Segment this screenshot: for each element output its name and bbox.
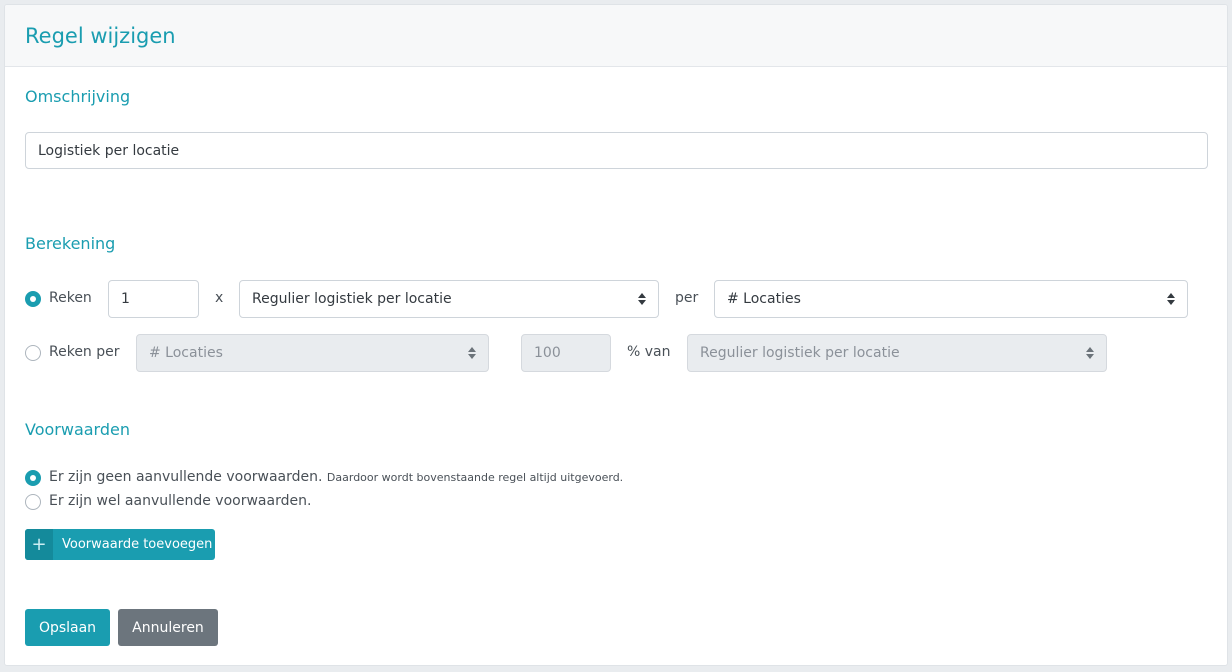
unit-select-value: # Locaties [727,291,801,307]
description-value: Logistiek per locatie [38,142,180,159]
reken-label: Reken [49,290,92,306]
per-unit-select-value: # Locaties [149,345,223,361]
voorwaarden-heading: Voorwaarden [25,420,130,439]
no-conditions-text: Er zijn geen aanvullende voorwaarden. [49,469,323,485]
reken-radio[interactable] [25,291,41,307]
unit-select[interactable]: # Locaties [714,280,1188,318]
reken-per-label: Reken per [49,344,120,360]
add-condition-button[interactable]: + Voorwaarde toevoegen [25,529,215,560]
berekening-heading: Berekening [25,234,116,253]
cancel-label: Annuleren [132,619,204,636]
reken-per-radio[interactable] [25,345,41,361]
with-conditions-label: Er zijn wel aanvullende voorwaarden. [49,493,312,509]
per-unit-select[interactable]: # Locaties [136,334,489,372]
description-input[interactable]: Logistiek per locatie [25,132,1208,169]
no-conditions-radio[interactable] [25,470,41,486]
card-header: Regel wijzigen [5,5,1227,67]
multiply-label: x [215,290,224,306]
select-arrows-icon [468,347,476,359]
percentage-input[interactable]: 100 [521,334,611,372]
product-select-value: Regulier logistiek per locatie [252,291,452,307]
plus-icon: + [25,529,53,560]
quantity-value: 1 [121,291,130,307]
percentage-placeholder: 100 [534,345,561,361]
edit-rule-card: Regel wijzigen Omschrijving Logistiek pe… [4,4,1228,666]
per-label: per [675,290,699,306]
select-arrows-icon [638,293,646,305]
save-button[interactable]: Opslaan [25,609,110,646]
product-select[interactable]: Regulier logistiek per locatie [239,280,659,318]
pct-of-label: % van [627,344,671,360]
omschrijving-heading: Omschrijving [25,87,131,106]
page-title: Regel wijzigen [25,23,176,48]
base-product-select[interactable]: Regulier logistiek per locatie [687,334,1107,372]
add-condition-label: Voorwaarde toevoegen [62,537,213,552]
select-arrows-icon [1167,293,1175,305]
quantity-input[interactable]: 1 [108,280,199,318]
no-conditions-note: Daardoor wordt bovenstaande regel altijd… [326,471,624,484]
base-product-select-value: Regulier logistiek per locatie [700,345,900,361]
no-conditions-label: Er zijn geen aanvullende voorwaarden. Da… [49,469,623,485]
select-arrows-icon [1086,347,1094,359]
with-conditions-radio[interactable] [25,494,41,510]
save-label: Opslaan [38,619,97,636]
cancel-button[interactable]: Annuleren [118,609,218,646]
